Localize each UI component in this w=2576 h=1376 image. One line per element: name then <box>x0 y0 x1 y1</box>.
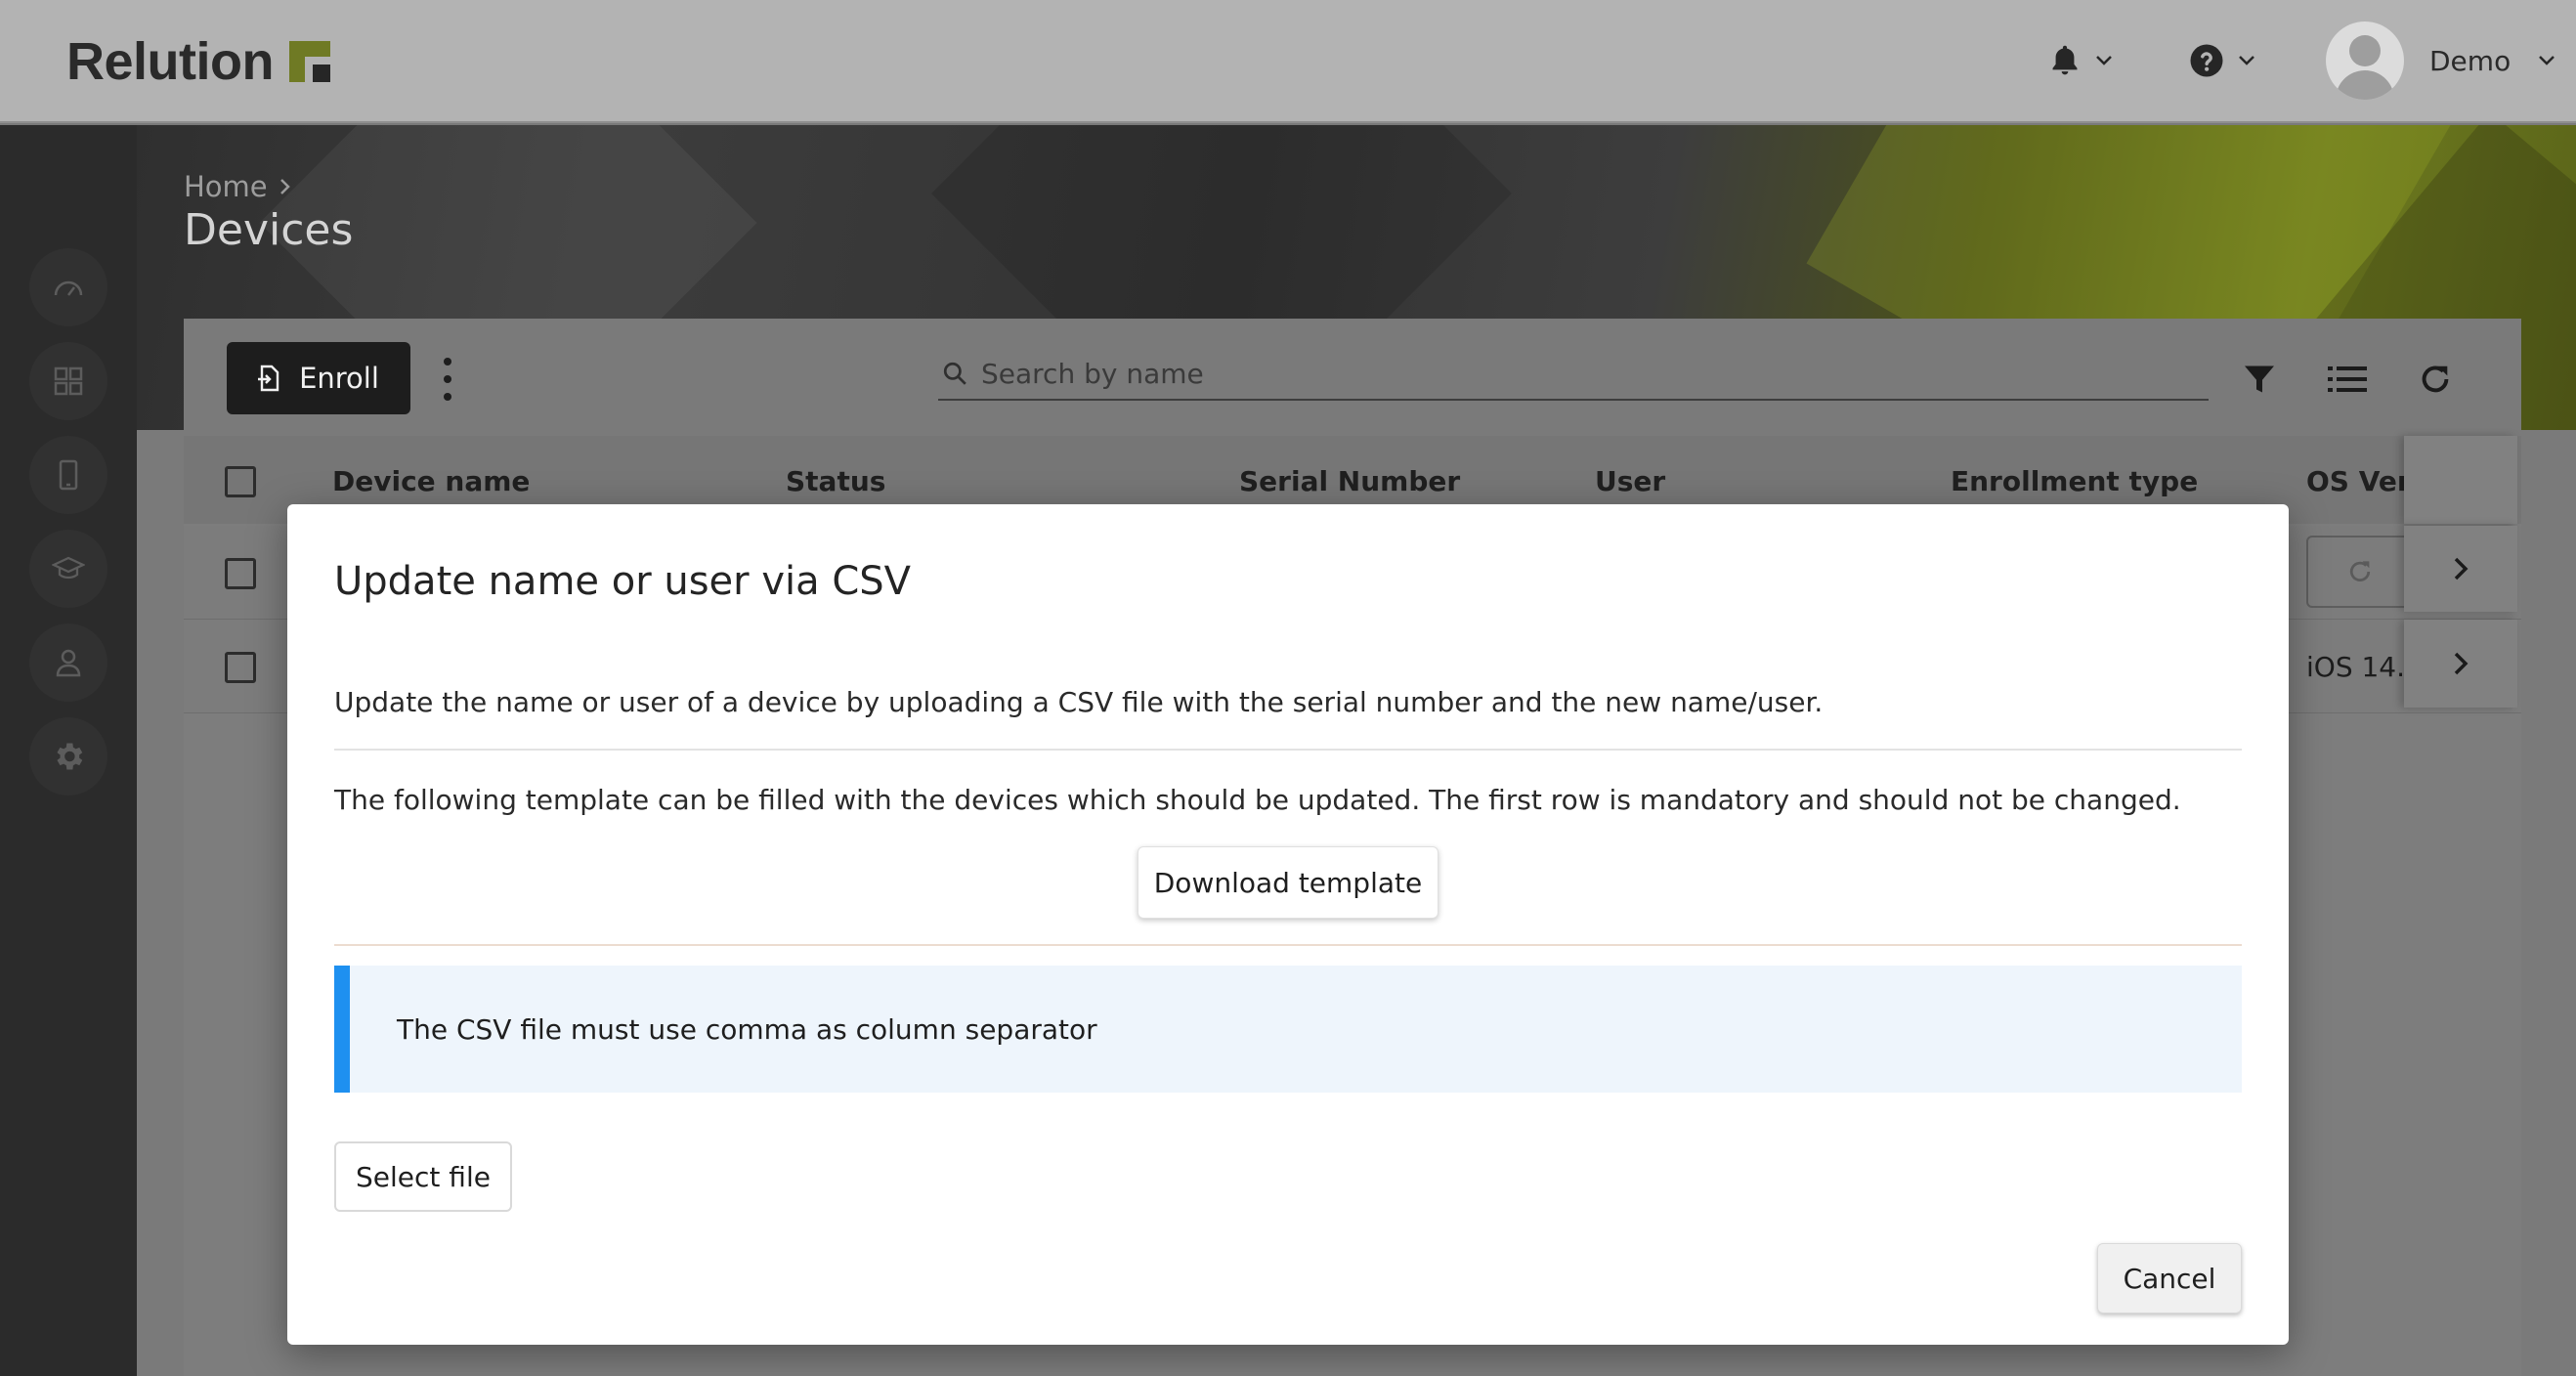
download-template-button[interactable]: Download template <box>1138 846 1438 919</box>
top-bar: Relution Demo <box>0 0 2576 123</box>
sync-icon <box>2349 561 2371 581</box>
app-logo[interactable]: Relution <box>66 29 330 94</box>
cancel-button[interactable]: Cancel <box>2097 1243 2242 1313</box>
chevron-right-icon <box>2454 557 2469 580</box>
column-header-serial-number[interactable]: Serial Number <box>1239 465 1460 497</box>
breadcrumb: Home <box>184 170 291 203</box>
search-icon <box>943 362 966 385</box>
filter-icon <box>2245 366 2274 393</box>
settings-icon <box>57 743 83 770</box>
chevron-down-icon <box>2539 56 2555 65</box>
column-settings-button[interactable] <box>2326 358 2369 401</box>
app-name: Relution <box>66 32 274 91</box>
apps-icon <box>54 366 83 396</box>
row-details-button[interactable] <box>2404 526 2517 612</box>
notifications-button[interactable] <box>2048 33 2113 88</box>
chevron-right-icon <box>2454 652 2469 675</box>
devices-icon <box>59 459 78 491</box>
enroll-button[interactable]: Enroll <box>227 342 410 414</box>
chevron-down-icon <box>2096 56 2112 65</box>
info-callout-text: The CSV file must use comma as column se… <box>397 1012 1097 1046</box>
info-callout: The CSV file must use comma as column se… <box>334 966 2242 1093</box>
filter-button[interactable] <box>2238 358 2281 401</box>
more-options-icon[interactable] <box>436 358 459 401</box>
enroll-label: Enroll <box>299 362 379 395</box>
help-icon <box>2190 44 2223 77</box>
enroll-icon <box>258 365 279 392</box>
bell-icon <box>2052 45 2078 75</box>
help-button[interactable] <box>2189 33 2255 88</box>
list-icon <box>2328 366 2367 392</box>
sidebar-item-users[interactable] <box>29 624 107 702</box>
row-details-button[interactable] <box>2404 620 2517 708</box>
sidebar-item-devices[interactable] <box>29 436 107 514</box>
column-header-user[interactable]: User <box>1595 465 1665 497</box>
sidebar-item-apps[interactable] <box>29 342 107 420</box>
search-field <box>938 348 2209 401</box>
user-menu[interactable]: Demo <box>2326 22 2555 100</box>
dialog-description: Update the name or user of a device by u… <box>334 686 1824 718</box>
table-row-action-header <box>2404 436 2517 524</box>
divider <box>334 749 2242 751</box>
sidebar <box>0 125 137 1376</box>
chevron-right-icon <box>279 179 290 194</box>
chevron-down-icon <box>2239 56 2254 65</box>
divider <box>334 944 2242 946</box>
column-header-status[interactable]: Status <box>786 465 885 497</box>
template-instructions: The following template can be filled wit… <box>334 784 2181 816</box>
row-checkbox[interactable] <box>225 652 256 683</box>
column-header-enrollment-type[interactable]: Enrollment type <box>1951 465 2198 497</box>
page-title: Devices <box>184 205 354 255</box>
users-icon <box>56 649 81 677</box>
row-checkbox[interactable] <box>225 558 256 589</box>
row-action-button[interactable] <box>2306 536 2414 608</box>
user-name: Demo <box>2429 44 2512 77</box>
dashboard-icon <box>54 280 83 296</box>
csv-update-dialog: Update name or user via CSV Update the n… <box>287 504 2289 1345</box>
breadcrumb-home[interactable]: Home <box>184 170 268 203</box>
avatar <box>2326 22 2404 100</box>
select-all-checkbox[interactable] <box>225 466 256 497</box>
sidebar-item-settings[interactable] <box>29 717 107 796</box>
refresh-icon <box>2422 366 2449 393</box>
education-icon <box>52 556 85 580</box>
logo-mark-icon <box>288 41 330 82</box>
sidebar-item-education[interactable] <box>29 530 107 608</box>
sidebar-item-dashboard[interactable] <box>29 248 107 326</box>
refresh-button[interactable] <box>2414 358 2457 401</box>
select-file-button[interactable]: Select file <box>334 1141 512 1212</box>
column-header-device-name[interactable]: Device name <box>332 465 530 497</box>
dialog-title: Update name or user via CSV <box>334 559 912 604</box>
column-header-os-version[interactable]: OS Vers <box>2306 465 2404 497</box>
search-input[interactable] <box>981 357 2154 390</box>
